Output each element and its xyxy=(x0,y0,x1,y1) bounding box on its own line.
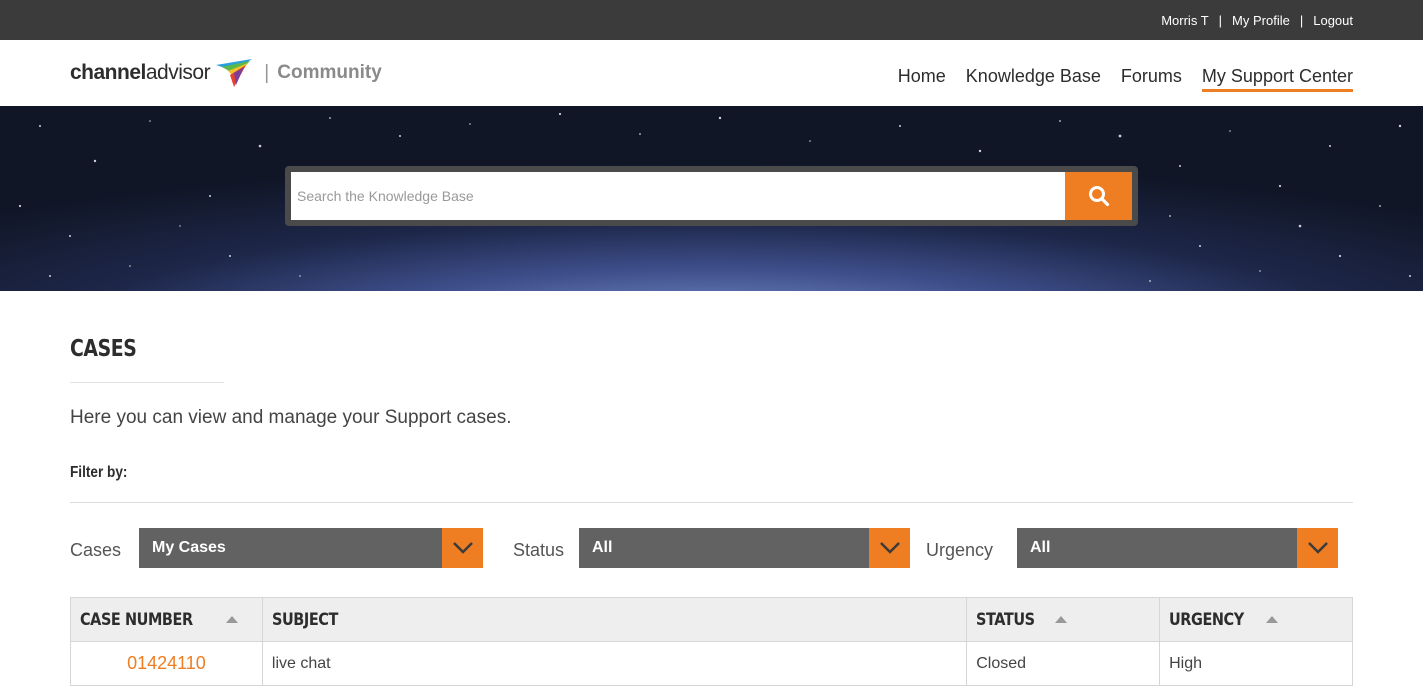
status-filter-value: All xyxy=(592,539,613,556)
filter-label: Filter by: xyxy=(70,464,128,481)
hero-banner xyxy=(0,106,1423,291)
logo-divider: | xyxy=(264,61,270,84)
cases-filter-select[interactable]: My Cases xyxy=(139,528,483,568)
chevron-down-icon[interactable] xyxy=(869,528,910,568)
column-header-label: STATUS xyxy=(976,609,1035,630)
filter-divider xyxy=(70,502,1353,503)
urgency-filter-label: Urgency xyxy=(926,540,994,560)
main-navigation: Home Knowledge Base Forums My Support Ce… xyxy=(878,66,1353,92)
search-bar xyxy=(285,166,1138,226)
logo-text-advisor: advisor xyxy=(145,61,211,84)
chevron-down-icon[interactable] xyxy=(442,528,483,568)
nav-home[interactable]: Home xyxy=(898,66,946,92)
separator: | xyxy=(1218,12,1223,28)
my-profile-link[interactable]: My Profile xyxy=(1232,13,1290,28)
search-button[interactable] xyxy=(1065,172,1132,220)
search-icon xyxy=(1088,186,1109,207)
search-input[interactable] xyxy=(291,172,1065,220)
cases-filter-label: Cases xyxy=(70,540,122,560)
case-subject: live chat xyxy=(261,641,968,686)
urgency-filter-select[interactable]: All xyxy=(1017,528,1338,568)
chevron-down-icon[interactable] xyxy=(1297,528,1338,568)
user-name-link[interactable]: Morris T xyxy=(1161,13,1208,28)
column-header-case-number[interactable]: CASE NUMBER xyxy=(70,597,263,642)
column-header-label: SUBJECT xyxy=(271,609,338,630)
channeladvisor-logo[interactable]: channel advisor | Community xyxy=(70,56,382,90)
sort-ascending-icon[interactable] xyxy=(225,616,238,623)
column-header-urgency[interactable]: URGENCY xyxy=(1159,597,1353,642)
column-header-label: CASE NUMBER xyxy=(80,609,193,630)
nav-knowledge-base[interactable]: Knowledge Base xyxy=(966,66,1101,92)
nav-forums[interactable]: Forums xyxy=(1121,66,1182,92)
logo-text-channel: channel xyxy=(70,61,146,84)
urgency-filter-value: All xyxy=(1030,539,1051,556)
logo-mark-icon xyxy=(216,59,253,87)
table-header-row: CASE NUMBER SUBJECT STATUS URGENCY xyxy=(70,597,1353,642)
status-filter-select[interactable]: All xyxy=(579,528,910,568)
cases-table: CASE NUMBER SUBJECT STATUS URGENCY 01424… xyxy=(70,597,1353,686)
title-divider xyxy=(70,382,224,383)
logo-community: Community xyxy=(277,62,382,83)
column-header-status[interactable]: STATUS xyxy=(966,597,1161,642)
nav-my-support-center[interactable]: My Support Center xyxy=(1201,66,1353,92)
column-header-label: URGENCY xyxy=(1169,609,1244,630)
intro-text: Here you can view and manage your Suppor… xyxy=(70,407,512,428)
column-header-subject: SUBJECT xyxy=(261,597,968,642)
top-utility-bar: Morris T | My Profile | Logout xyxy=(0,0,1423,40)
case-number-link[interactable]: 01424110 xyxy=(70,641,263,686)
page-title: CASES xyxy=(70,336,137,362)
separator: | xyxy=(1299,12,1304,28)
cases-filter-value: My Cases xyxy=(152,539,226,556)
sort-ascending-icon[interactable] xyxy=(1266,616,1279,623)
table-row: 01424110 live chat Closed High xyxy=(70,641,1353,686)
logout-link[interactable]: Logout xyxy=(1313,13,1353,28)
sort-ascending-icon[interactable] xyxy=(1054,616,1067,623)
case-status: Closed xyxy=(966,641,1161,686)
status-filter-label: Status xyxy=(513,540,565,560)
site-header: channel advisor | Community Home Knowled… xyxy=(0,40,1423,106)
case-urgency: High xyxy=(1159,641,1353,686)
user-links: Morris T | My Profile | Logout xyxy=(1161,0,1353,40)
